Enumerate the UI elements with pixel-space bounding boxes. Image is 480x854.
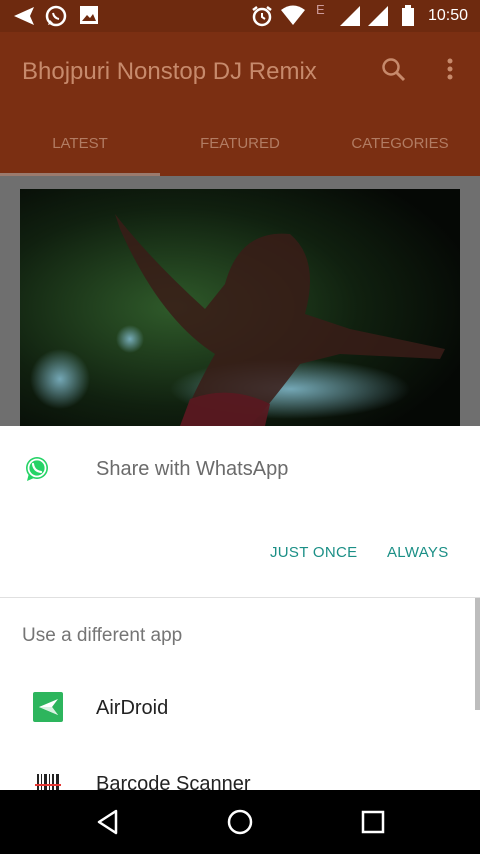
whatsapp-icon [23,455,51,488]
signal-icon [338,4,362,33]
app-bar: Bhojpuri Nonstop DJ Remix LATEST FEATURE… [0,32,480,176]
more-vert-icon[interactable] [444,56,456,89]
home-icon[interactable] [224,806,256,838]
navigation-bar [0,790,480,854]
list-item-label: AirDroid [96,697,169,719]
signal-icon [366,4,390,33]
search-icon[interactable] [380,56,408,89]
alarm-icon [250,4,274,33]
battery-icon [400,4,416,33]
status-bar: E 10:50 [0,0,480,32]
share-bottom-sheet: Share with WhatsApp JUST ONCE ALWAYS Use… [0,426,480,790]
share-with-label: Share with WhatsApp [96,458,289,480]
app-title: Bhojpuri Nonstop DJ Remix [22,58,317,85]
list-item-airdroid[interactable]: AirDroid [0,680,472,740]
scrollbar[interactable] [475,598,480,710]
tab-bar: LATEST FEATURED CATEGORIES [0,124,480,176]
just-once-button[interactable]: JUST ONCE [270,544,357,561]
always-button[interactable]: ALWAYS [387,544,449,561]
wifi-icon [280,4,306,33]
list-item-label: Barcode Scanner [96,773,251,790]
network-type-label: E [316,2,325,17]
whatsapp-icon [44,4,68,33]
tab-featured[interactable]: FEATURED [160,124,320,176]
airdroid-icon [33,692,63,722]
section-title: Use a different app [22,625,183,646]
gallery-icon [78,4,100,31]
status-time: 10:50 [427,7,468,24]
back-icon[interactable] [92,806,124,838]
divider [0,597,480,598]
recents-icon[interactable] [357,806,389,838]
barcode-icon [33,772,63,790]
tab-categories[interactable]: CATEGORIES [320,124,480,176]
tab-latest[interactable]: LATEST [0,124,160,176]
list-item-barcode-scanner[interactable]: Barcode Scanner [0,756,472,790]
send-icon [12,4,36,33]
featured-video-thumbnail[interactable] [20,189,460,426]
share-with-whatsapp-row[interactable]: Share with WhatsApp [0,426,480,512]
